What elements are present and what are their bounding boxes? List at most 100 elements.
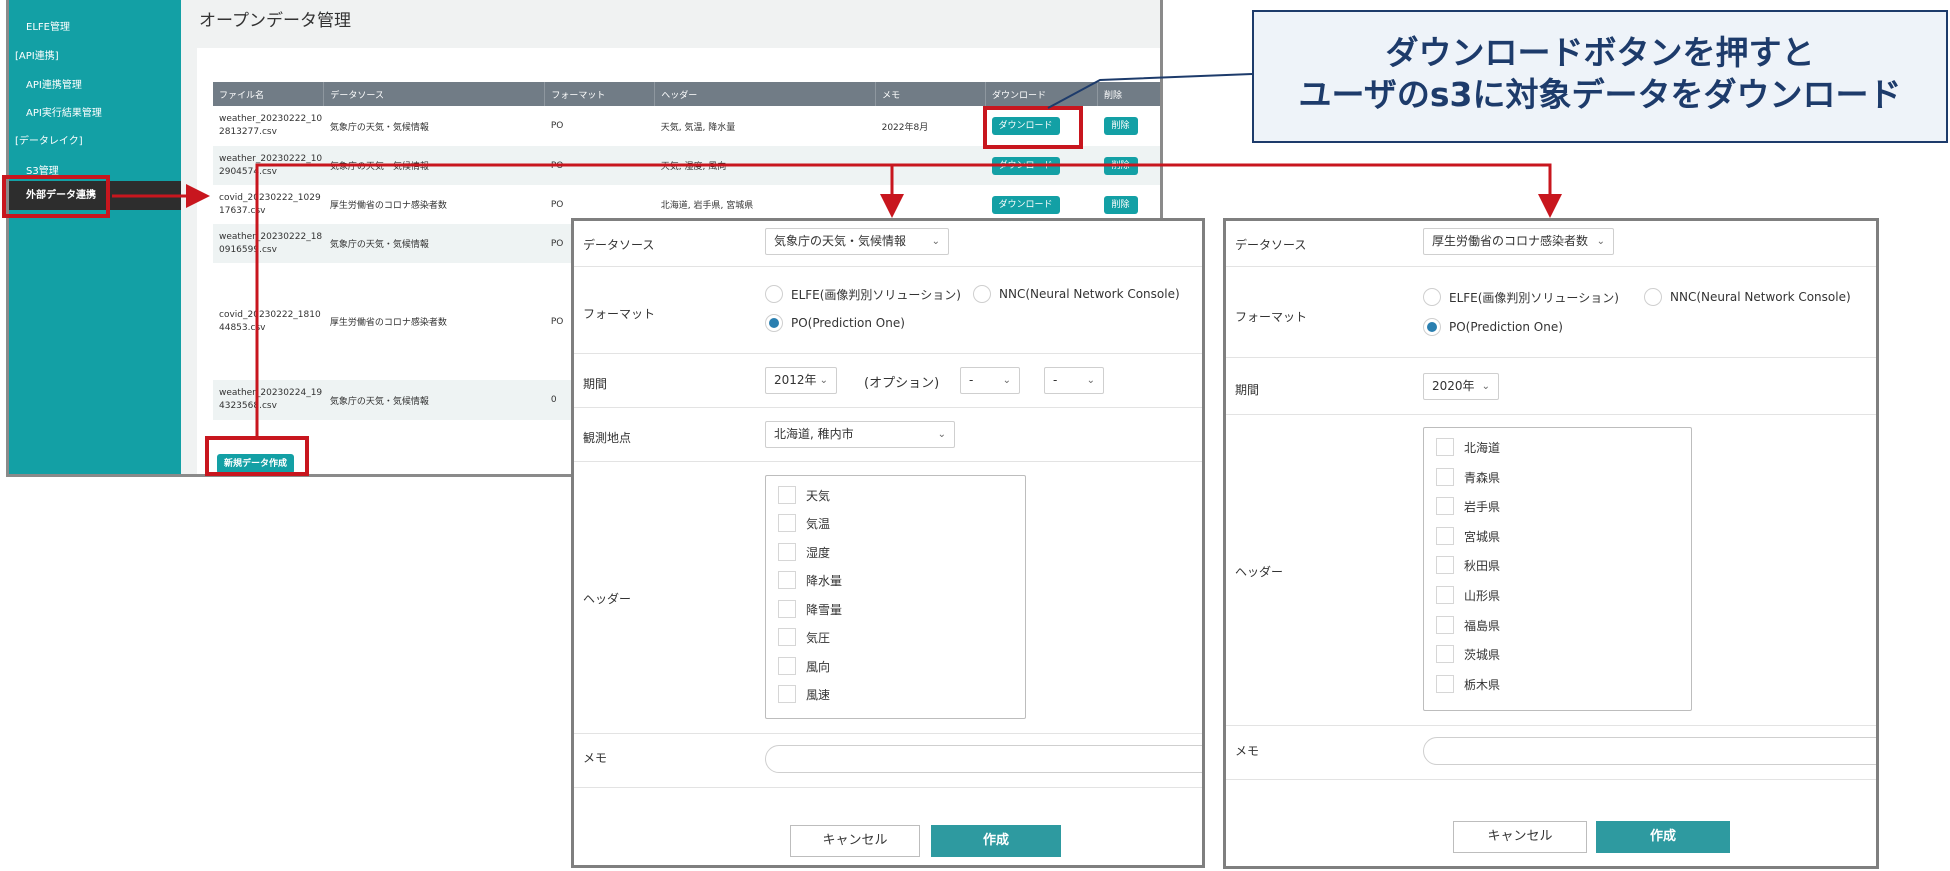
checkbox[interactable] — [1436, 527, 1454, 545]
cancel-button[interactable]: キャンセル — [1453, 821, 1587, 853]
radio-button[interactable] — [765, 285, 783, 303]
option-select-2[interactable]: - ⌄ — [1044, 367, 1104, 394]
highlight-new-button — [205, 436, 309, 476]
header-checkbox-item[interactable]: 湿度 — [778, 543, 830, 561]
sidebar-item-api-management[interactable]: API連携管理 — [26, 76, 82, 91]
format-radio-nnc[interactable]: NNC(Neural Network Console) — [1644, 288, 1851, 306]
checkbox[interactable] — [1436, 616, 1454, 634]
header-listbox[interactable]: 天気 気温 湿度 降水量 降雪量 気圧 風向 風速 — [765, 475, 1026, 719]
checkbox[interactable] — [1436, 586, 1454, 604]
delete-button[interactable]: 削除 — [1103, 117, 1138, 135]
header-label: ヘッダー — [583, 592, 632, 606]
download-button[interactable]: ダウンロード — [991, 195, 1060, 214]
callout-line-2: ユーザのs3に対象データをダウンロード — [1298, 75, 1902, 114]
header-cols: 天気, 気温, 降水量 — [660, 122, 736, 133]
checkbox[interactable] — [778, 486, 796, 504]
chevron-down-icon: ⌄ — [1002, 375, 1011, 386]
sidebar-group-api: [API連携] — [15, 51, 59, 62]
checkbox[interactable] — [778, 571, 796, 589]
sidebar-item-elfe[interactable]: ELFE管理 — [26, 18, 70, 33]
download-button[interactable]: ダウンロード — [991, 156, 1060, 175]
checkbox[interactable] — [778, 600, 796, 618]
checkbox[interactable] — [1436, 438, 1454, 456]
checkbox[interactable] — [1436, 497, 1454, 515]
file-name: covid_20230222_102917637.csv — [219, 192, 321, 216]
header-checkbox-item[interactable]: 青森県 — [1436, 468, 1500, 486]
chevron-down-icon: ⌄ — [937, 429, 946, 440]
memo — [875, 146, 986, 185]
header-cols: 天気, 湿度, 風向 — [654, 146, 876, 185]
cancel-button[interactable]: キャンセル — [790, 825, 920, 857]
header-checkbox-item[interactable]: 風向 — [778, 657, 830, 675]
header-checkbox-item[interactable]: 風速 — [778, 685, 830, 703]
header-checkbox-item[interactable]: 降雪量 — [778, 600, 842, 618]
radio-button[interactable] — [973, 285, 991, 303]
header-checkbox-item[interactable]: 岩手県 — [1436, 497, 1500, 515]
header-checkbox-item[interactable]: 福島県 — [1436, 616, 1500, 634]
header-checkbox-item[interactable]: 北海道 — [1436, 438, 1500, 456]
radio-button-selected[interactable] — [765, 314, 783, 332]
source-select[interactable]: 厚生労働省のコロナ感染者数 ⌄ — [1423, 228, 1614, 255]
header-checkbox-item[interactable]: 宮城県 — [1436, 527, 1500, 545]
header-checkbox-item[interactable]: 天気 — [778, 486, 830, 504]
format-radio-elfe[interactable]: ELFE(画像判別ソリューション) — [1423, 288, 1619, 306]
memo-label: メモ — [583, 751, 608, 765]
header-checkbox-item[interactable]: 山形県 — [1436, 586, 1500, 604]
format-radio-po[interactable]: PO(Prediction One) — [1423, 318, 1563, 336]
option-select-1[interactable]: - ⌄ — [960, 367, 1020, 394]
format-radio-nnc[interactable]: NNC(Neural Network Console) — [973, 285, 1180, 303]
memo-input[interactable] — [765, 745, 1202, 773]
radio-button[interactable] — [1423, 288, 1441, 306]
checkbox[interactable] — [778, 657, 796, 675]
column-header: 削除 — [1097, 82, 1160, 106]
file-name: covid_20230222_181044853.csv — [219, 309, 321, 333]
format-radio-po[interactable]: PO(Prediction One) — [765, 314, 905, 332]
option-label: (オプション) — [864, 376, 940, 391]
header-listbox[interactable]: 北海道 青森県 岩手県 宮城県 秋田県 山形県 福島県 茨城県 栃木県 — [1423, 427, 1692, 711]
delete-button[interactable]: 削除 — [1103, 156, 1138, 175]
checkbox[interactable] — [778, 628, 796, 646]
checkbox[interactable] — [778, 543, 796, 561]
checkbox[interactable] — [1436, 556, 1454, 574]
sidebar-item-api-results[interactable]: API実行結果管理 — [26, 104, 102, 119]
page-title: オープンデータ管理 — [199, 11, 351, 31]
format-radio-elfe[interactable]: ELFE(画像判別ソリューション) — [765, 285, 961, 303]
checkbox[interactable] — [1436, 468, 1454, 486]
radio-button[interactable] — [1644, 288, 1662, 306]
column-header: ダウンロード — [985, 82, 1098, 106]
column-header: ヘッダー — [654, 82, 877, 106]
checkbox[interactable] — [1436, 675, 1454, 693]
source-label: データソース — [1235, 238, 1307, 252]
header-label: ヘッダー — [1235, 565, 1284, 579]
station-label: 観測地点 — [583, 431, 632, 445]
source-select[interactable]: 気象庁の天気・気候情報 ⌄ — [765, 228, 949, 255]
file-name: weather_20230222_102813277.csv — [219, 114, 323, 137]
chevron-down-icon: ⌄ — [1596, 236, 1605, 247]
checkbox[interactable] — [778, 685, 796, 703]
period-select[interactable]: 2020年 ⌄ — [1423, 373, 1499, 400]
header-checkbox-item[interactable]: 茨城県 — [1436, 645, 1500, 663]
header-checkbox-item[interactable]: 栃木県 — [1436, 675, 1500, 693]
header-checkbox-item[interactable]: 気圧 — [778, 628, 830, 646]
delete-button[interactable]: 削除 — [1103, 195, 1138, 214]
table-header-row: ファイル名 データソース フォーマット ヘッダー メモ ダウンロード 削除 — [213, 82, 1160, 106]
period-select[interactable]: 2012年 ⌄ — [765, 367, 837, 394]
column-header: データソース — [323, 82, 546, 106]
create-button[interactable]: 作成 — [931, 825, 1061, 857]
chevron-down-icon: ⌄ — [931, 236, 940, 247]
data-source: 気象庁の天気・気候情報 — [323, 224, 545, 263]
radio-button-selected[interactable] — [1423, 318, 1441, 336]
create-dialog-covid: データソース 厚生労働省のコロナ感染者数 ⌄ フォーマット ELFE(画像判別ソリ… — [1223, 218, 1879, 869]
format: PO — [544, 146, 655, 185]
checkbox[interactable] — [1436, 645, 1454, 663]
header-checkbox-item[interactable]: 降水量 — [778, 571, 842, 589]
table-row: weather_20230222_102904574.csv 気象庁の天気・気候… — [213, 146, 1160, 185]
station-select[interactable]: 北海道, 稚内市 ⌄ — [765, 421, 955, 448]
create-button[interactable]: 作成 — [1596, 821, 1730, 853]
header-checkbox-item[interactable]: 秋田県 — [1436, 556, 1500, 574]
period-label: 期間 — [1235, 383, 1260, 397]
checkbox[interactable] — [778, 514, 796, 532]
memo-input[interactable] — [1423, 737, 1876, 765]
data-source: 気象庁の天気・気候情報 — [323, 146, 545, 185]
header-checkbox-item[interactable]: 気温 — [778, 514, 830, 532]
